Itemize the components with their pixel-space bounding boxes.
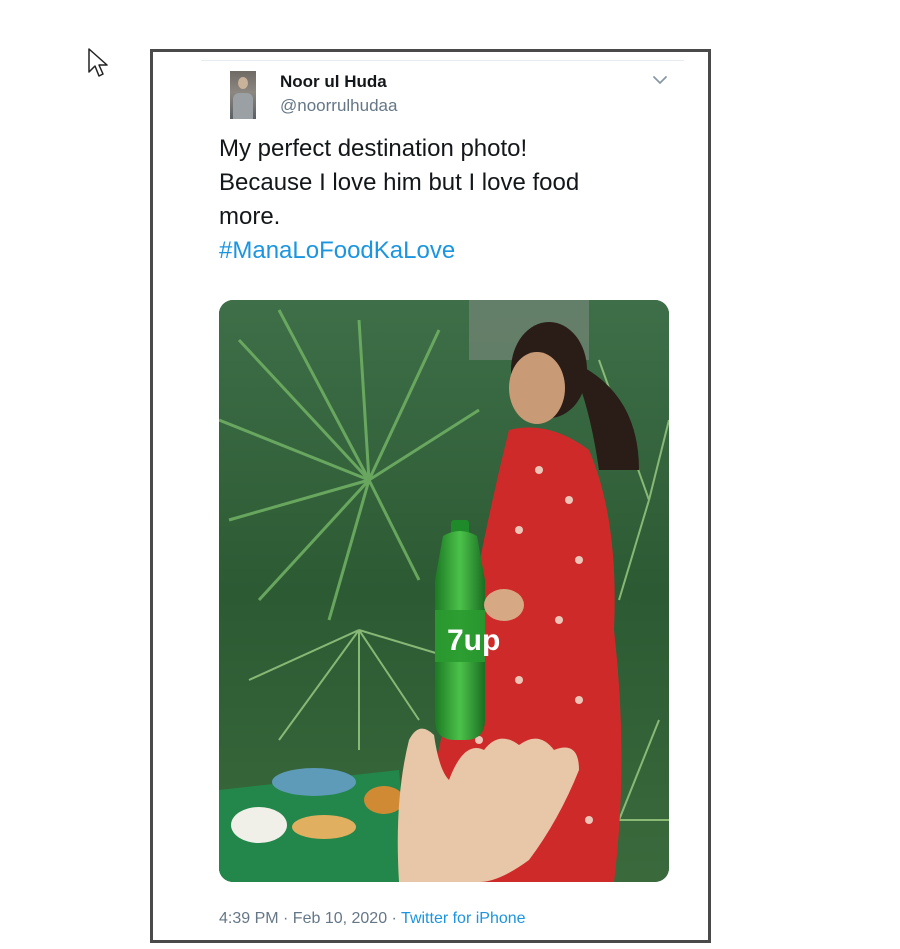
tweet-text-line: Because I love him but I love food	[219, 169, 580, 196]
meta-separator: ·	[387, 910, 402, 927]
tweet-text-line: My perfect destination photo!	[219, 135, 528, 162]
tweet-text: My perfect destination photo! Because I …	[219, 132, 659, 268]
author-handle[interactable]: @noorrulhudaa	[280, 96, 397, 116]
photo-illustration: 7up	[219, 300, 669, 882]
mouse-pointer-icon	[88, 48, 108, 77]
author-display-name[interactable]: Noor ul Huda	[280, 72, 387, 92]
hashtag-link[interactable]: #ManaLoFoodKaLove	[219, 234, 659, 268]
avatar[interactable]	[230, 71, 256, 119]
tweet-photo[interactable]: 7up	[219, 300, 669, 882]
bottle-logo: 7up	[447, 624, 500, 657]
divider	[201, 60, 684, 61]
tweet-text-line: more.	[219, 203, 281, 230]
chevron-down-icon[interactable]	[651, 73, 669, 87]
source-link[interactable]: Twitter for iPhone	[401, 910, 526, 927]
tweet-meta: 4:39 PM · Feb 10, 2020 · Twitter for iPh…	[219, 910, 526, 928]
tweet-card[interactable]: Noor ul Huda @noorrulhudaa My perfect de…	[150, 49, 711, 943]
timestamp[interactable]: 4:39 PM · Feb 10, 2020	[219, 910, 387, 927]
